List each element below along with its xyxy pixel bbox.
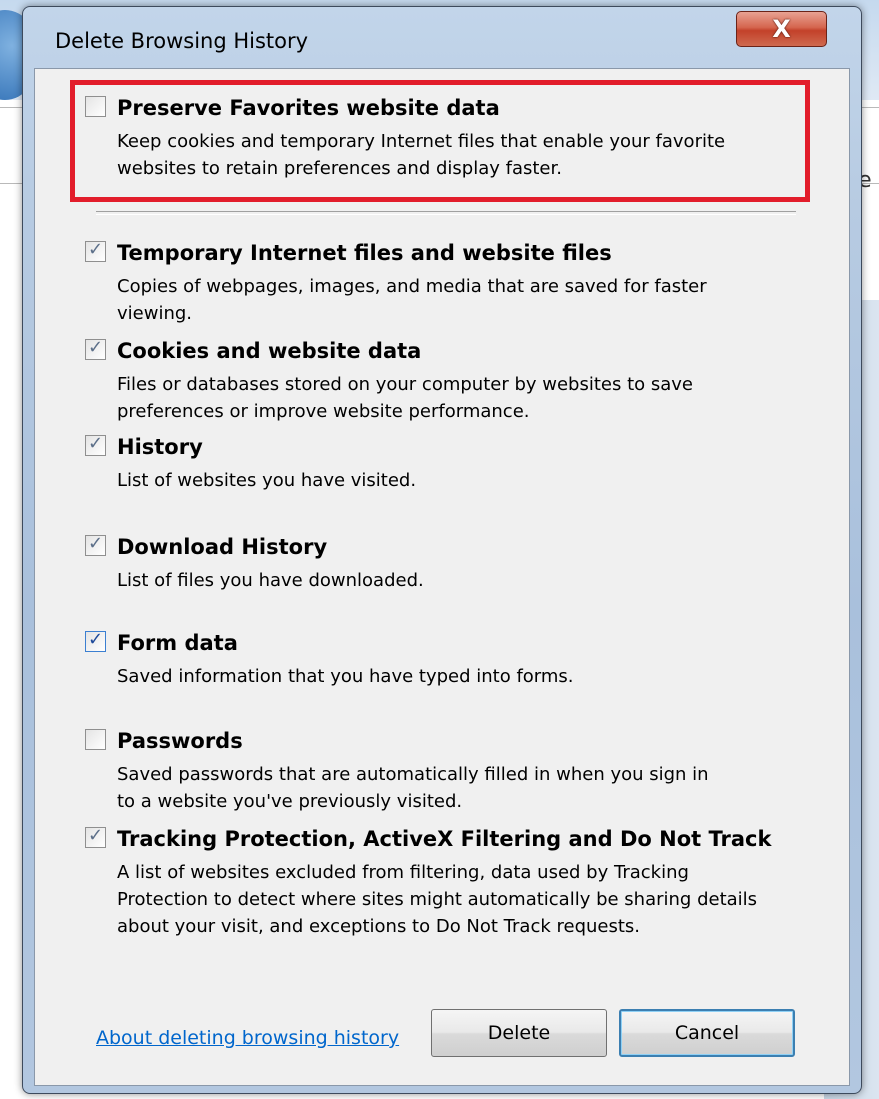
separator (96, 211, 796, 215)
checkmark-icon: ✓ (87, 337, 104, 358)
preserve-favorites-title: Preserve Favorites website data (117, 96, 500, 120)
cookies-title: Cookies and website data (117, 339, 422, 363)
description-line: about your visit, and exceptions to Do N… (117, 916, 641, 937)
description-line: List of websites you have visited. (117, 470, 417, 491)
description-line: websites to retain preferences and displ… (117, 158, 562, 179)
cookies-checkbox[interactable]: ✓ (85, 337, 106, 360)
checkmark-icon: ✓ (87, 239, 104, 260)
passwords-description: Saved passwords that are automatically f… (117, 761, 709, 815)
temporary-internet-files-title: Temporary Internet files and website fil… (117, 241, 612, 265)
temporary-internet-files-description: Copies of webpages, images, and media th… (117, 273, 707, 327)
tracking-protection-checkbox[interactable]: ✓ (85, 825, 106, 848)
description-line: Copies of webpages, images, and media th… (117, 276, 707, 297)
checkmark-icon: ✓ (87, 629, 104, 650)
close-icon: X (772, 15, 791, 43)
checkmark-icon: ✓ (87, 433, 104, 454)
download-history-description: List of files you have downloaded. (117, 567, 424, 594)
description-line: Files or databases stored on your comput… (117, 374, 694, 395)
description-line: viewing. (117, 303, 193, 324)
description-line: preferences or improve website performan… (117, 401, 530, 422)
download-history-checkbox[interactable]: ✓ (85, 533, 106, 556)
tracking-protection-description: A list of websites excluded from filteri… (117, 859, 757, 940)
form-data-description: Saved information that you have typed in… (117, 663, 574, 690)
history-title: History (117, 435, 203, 459)
dialog-client-area: Preserve Favorites website data Keep coo… (34, 68, 850, 1086)
about-deleting-history-link[interactable]: About deleting browsing history (96, 1027, 399, 1049)
preserve-favorites-description: Keep cookies and temporary Internet file… (117, 128, 725, 182)
description-line: List of files you have downloaded. (117, 570, 424, 591)
temporary-internet-files-checkbox[interactable]: ✓ (85, 239, 106, 262)
description-line: Saved information that you have typed in… (117, 666, 574, 687)
description-line: A list of websites excluded from filteri… (117, 862, 689, 883)
description-line: Keep cookies and temporary Internet file… (117, 131, 726, 152)
form-data-checkbox[interactable]: ✓ (85, 629, 106, 652)
description-line: Protection to detect where sites might a… (117, 889, 758, 910)
description-line: Saved passwords that are automatically f… (117, 764, 709, 785)
download-history-title: Download History (117, 535, 328, 559)
dialog-title: Delete Browsing History (55, 29, 309, 53)
preserve-favorites-checkbox[interactable] (85, 96, 106, 117)
cancel-button[interactable]: Cancel (619, 1009, 795, 1057)
delete-button[interactable]: Delete (431, 1009, 607, 1057)
description-line: to a website you've previously visited. (117, 791, 463, 812)
history-description: List of websites you have visited. (117, 467, 416, 494)
checkmark-icon: ✓ (87, 825, 104, 846)
cookies-description: Files or databases stored on your comput… (117, 371, 693, 425)
history-checkbox[interactable]: ✓ (85, 433, 106, 456)
passwords-checkbox[interactable] (85, 729, 106, 750)
passwords-title: Passwords (117, 729, 243, 753)
tracking-protection-title: Tracking Protection, ActiveX Filtering a… (117, 827, 772, 851)
form-data-title: Form data (117, 631, 238, 655)
delete-browsing-history-dialog: Delete Browsing History X Preserve Favor… (22, 6, 862, 1094)
checkmark-icon: ✓ (87, 533, 104, 554)
close-button[interactable]: X (736, 11, 827, 47)
